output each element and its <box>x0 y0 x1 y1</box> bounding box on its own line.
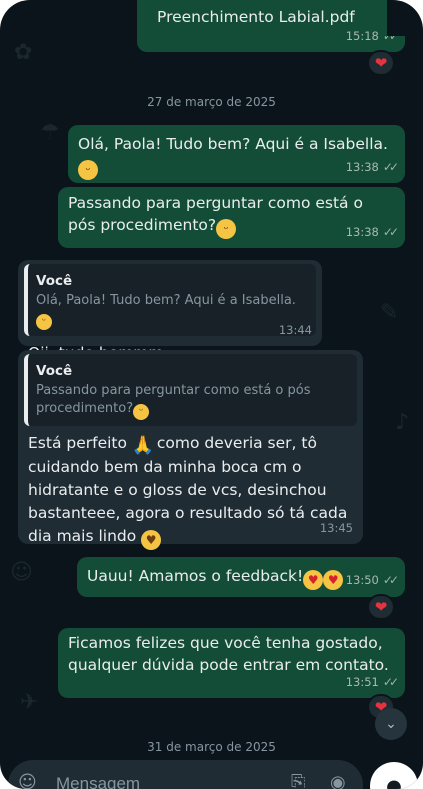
double-check-icon: ✓✓ <box>382 225 399 239</box>
double-check-icon: ✓✓ <box>382 675 399 689</box>
message-meta: 13:44 <box>279 319 312 341</box>
message-meta: 13:38 ✓✓ <box>345 156 399 178</box>
message-bubble[interactable]: Uauu! Amamos o feedback! ♥ ♥ 13:50 ✓✓ <box>77 557 405 597</box>
message-composer: ☺ ⎘ ◉ <box>8 760 363 789</box>
date-separator: 27 de março de 2025 <box>147 95 276 109</box>
wallpaper-doodle: ✿ <box>14 40 33 65</box>
message-time: 13:50 <box>345 573 379 587</box>
message-time: 13:38 <box>345 225 379 239</box>
message-input[interactable] <box>56 770 286 789</box>
wallpaper-doodle: ♪ <box>395 410 410 435</box>
scroll-down-icon[interactable]: ⌄ <box>375 708 407 740</box>
heart-icon[interactable]: ❤ <box>367 50 395 76</box>
message-time: 13:44 <box>278 323 312 337</box>
message-time: 15:18 <box>345 29 379 43</box>
smiling-face-icon: ᵕ <box>133 404 150 420</box>
message-meta: 13:45 <box>320 517 353 539</box>
screen-corner <box>387 0 423 36</box>
message-text: Uauu! Amamos o feedback! <box>87 567 304 585</box>
message-text: Olá, Paola! Tudo bem? Aqui é a Isabella. <box>78 135 388 153</box>
message-bubble[interactable]: Passando para perguntar como está o pós … <box>58 187 405 248</box>
quoted-message[interactable]: Você Olá, Paola! Tudo bem? Aqui é a Isab… <box>24 264 316 336</box>
message-bubble[interactable]: Você Passando para perguntar como está o… <box>18 350 363 550</box>
double-check-icon: ✓✓ <box>382 573 399 587</box>
grinning-face-icon: ᵕ <box>78 160 98 180</box>
smiling-face-with-hearts-icon: ♥ <box>141 530 162 550</box>
document-filename[interactable]: Preenchimento Labial.pdf <box>147 8 355 26</box>
wallpaper-doodle: ✈ <box>20 690 39 715</box>
screen-corner <box>0 0 36 36</box>
heart-eyes-icon: ♥ <box>323 570 344 590</box>
date-separator: 31 de março de 2025 <box>147 740 276 754</box>
smiling-face-icon: ᵕ <box>216 219 237 239</box>
quote-text: Passando para perguntar como está o pós … <box>36 383 311 416</box>
message-bubble[interactable]: Você Olá, Paola! Tudo bem? Aqui é a Isab… <box>18 260 322 362</box>
heart-eyes-icon: ♥ <box>303 570 324 590</box>
quote-text: Olá, Paola! Tudo bem? Aqui é a Isabella. <box>36 293 296 308</box>
folded-hands-icon: 🙏 <box>131 435 155 456</box>
heart-icon[interactable]: ❤ <box>367 594 395 620</box>
message-bubble[interactable]: Olá, Paola! Tudo bem? Aqui é a Isabella.… <box>68 125 405 183</box>
wallpaper-doodle: ✎ <box>380 300 399 325</box>
wallpaper-doodle: ☺ <box>10 560 33 585</box>
camera-icon[interactable]: ◉ <box>330 772 346 789</box>
message-meta: 13:50 ✓✓ <box>345 569 399 591</box>
quote-author: Você <box>36 273 73 289</box>
quoted-message[interactable]: Você Passando para perguntar como está o… <box>24 354 357 426</box>
message-meta: 13:51 ✓✓ <box>345 671 399 693</box>
mic-icon[interactable]: ● <box>370 762 418 789</box>
message-time: 13:45 <box>319 521 353 535</box>
wallpaper-doodle: ☂ <box>40 120 60 145</box>
message-time: 13:51 <box>345 675 379 689</box>
message-meta: 13:38 ✓✓ <box>345 221 399 243</box>
message-text: Está perfeito <box>28 434 127 452</box>
attach-icon[interactable]: ⎘ <box>291 772 305 789</box>
message-text: Ficamos felizes que você tenha gostado, … <box>68 634 389 674</box>
message-time: 13:38 <box>345 160 379 174</box>
message-bubble[interactable]: Ficamos felizes que você tenha gostado, … <box>58 628 405 698</box>
emoji-icon[interactable]: ☺ <box>18 772 37 789</box>
quote-author: Você <box>36 363 73 379</box>
grinning-face-icon: ᵕ <box>36 314 52 330</box>
chat-screen: ✿ ☂ ✎ ♪ ☺ ✈ Preenchimento Labial.pdf 15:… <box>0 0 423 789</box>
message-bubble[interactable]: Preenchimento Labial.pdf 15:18 ✓✓ <box>137 0 405 52</box>
double-check-icon: ✓✓ <box>382 160 399 174</box>
